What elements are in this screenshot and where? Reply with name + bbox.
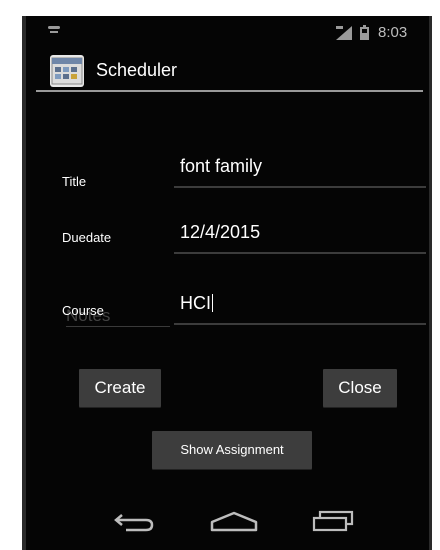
duedate-label: Duedate	[62, 230, 112, 245]
course-label: Course	[62, 303, 104, 318]
navigation-bar	[26, 500, 429, 550]
action-bar-divider	[36, 90, 423, 92]
clock: 8:03	[378, 24, 408, 41]
calendar-app-icon[interactable]	[50, 55, 84, 87]
title-value: font family	[180, 156, 263, 176]
notes-field[interactable]	[66, 326, 170, 327]
action-bar: Scheduler	[26, 52, 429, 92]
create-button[interactable]: Create	[79, 369, 161, 407]
status-bar: 8:03	[26, 16, 429, 50]
text-cursor	[212, 294, 213, 312]
duedate-value: 12/4/2015	[180, 222, 261, 242]
show-assignment-button[interactable]: Show Assignment	[152, 431, 312, 469]
battery-icon	[360, 25, 369, 40]
home-icon[interactable]	[209, 510, 259, 539]
recents-icon[interactable]	[310, 510, 356, 539]
phone-screen: 8:03 Scheduler Title font family Duedate…	[22, 16, 432, 550]
app-title: Scheduler	[96, 60, 178, 80]
course-value-text: HCI	[180, 293, 211, 313]
duedate-field[interactable]: 12/4/2015	[174, 222, 426, 254]
title-label: Title	[62, 174, 87, 189]
signal-icon	[336, 26, 352, 40]
course-field[interactable]: HCI	[174, 293, 426, 325]
back-icon[interactable]	[112, 510, 156, 539]
course-value: HCI	[180, 293, 213, 314]
close-button[interactable]: Close	[323, 369, 397, 407]
title-field[interactable]: font family	[174, 156, 426, 188]
notification-icon	[48, 26, 62, 34]
